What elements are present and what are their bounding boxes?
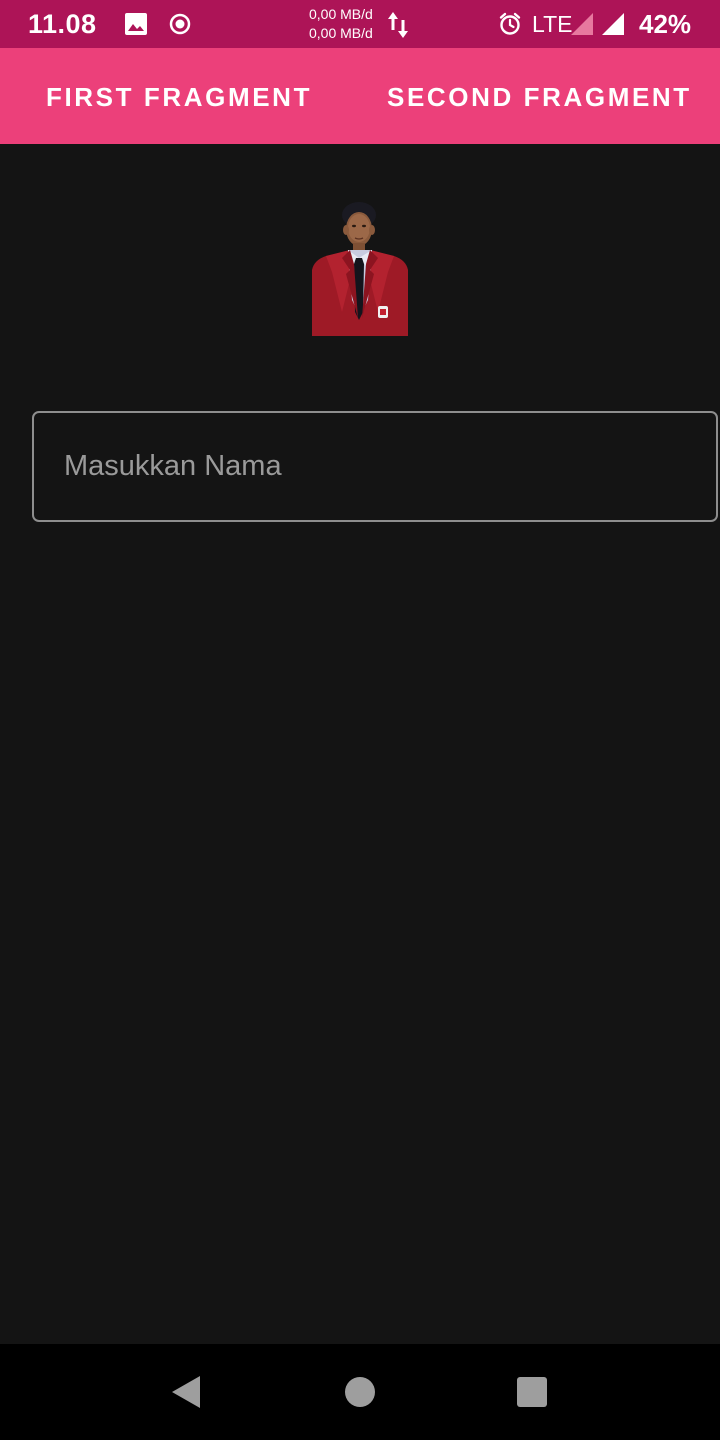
upload-speed: 0,00 MB/d <box>309 6 373 22</box>
battery-level: 42% <box>639 9 692 39</box>
data-transfer-icon <box>388 12 408 38</box>
image-icon <box>125 13 147 35</box>
app-screen: 11.08 0,00 MB/d 0,00 MB/d LTE 42% FIRST … <box>0 0 720 1440</box>
status-bar: 11.08 0,00 MB/d 0,00 MB/d LTE 42% <box>0 0 720 48</box>
navigation-bar <box>0 1344 720 1440</box>
recents-icon[interactable] <box>512 1374 552 1410</box>
signal-full-icon <box>602 13 624 35</box>
network-type: LTE <box>532 11 573 37</box>
network-speed: 0,00 MB/d 0,00 MB/d <box>309 5 373 43</box>
back-icon[interactable] <box>166 1374 206 1410</box>
name-input[interactable] <box>32 411 718 522</box>
status-time: 11.08 <box>28 9 97 39</box>
tab-second-fragment[interactable]: SECOND FRAGMENT <box>387 48 692 144</box>
tab-bar: FIRST FRAGMENT SECOND FRAGMENT <box>0 48 720 144</box>
profile-photo <box>312 200 408 336</box>
download-speed: 0,00 MB/d <box>309 25 373 41</box>
signal-icon <box>571 13 593 35</box>
home-icon[interactable] <box>340 1374 380 1410</box>
tab-first-fragment[interactable]: FIRST FRAGMENT <box>46 48 312 144</box>
record-icon <box>169 13 191 35</box>
alarm-icon <box>499 12 521 35</box>
